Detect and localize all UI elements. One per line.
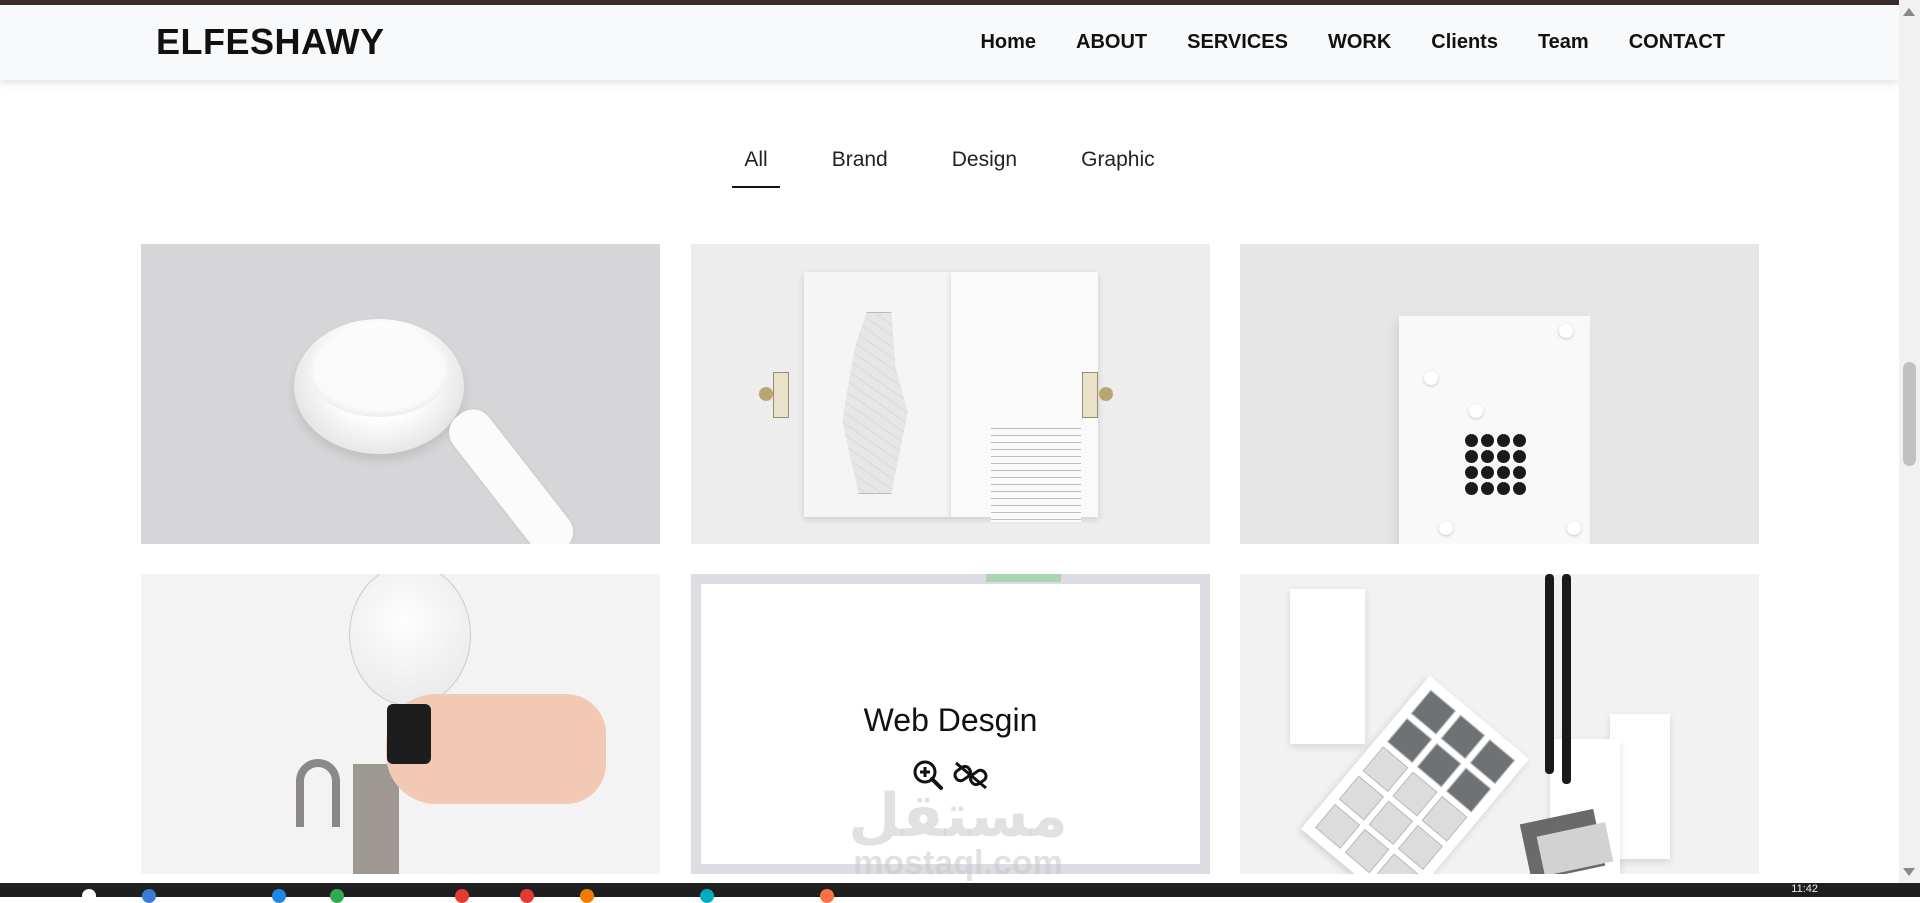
nav-about[interactable]: ABOUT (1076, 31, 1147, 54)
binder-clip (1082, 372, 1098, 418)
portfolio-filters: All Brand Design Graphic (0, 148, 1899, 188)
filter-brand[interactable]: Brand (820, 148, 900, 188)
nav-team[interactable]: Team (1538, 31, 1589, 54)
clip-ring (1099, 387, 1113, 401)
unlink-icon[interactable] (952, 759, 990, 796)
clip-ring (759, 387, 773, 401)
app-icon[interactable] (580, 889, 594, 903)
page-scrollbar[interactable] (1899, 0, 1920, 883)
brand-logo[interactable]: ELFESHAWY (156, 21, 385, 63)
nav-services[interactable]: SERVICES (1187, 31, 1288, 54)
app-icon[interactable] (330, 889, 344, 903)
nav-work[interactable]: WORK (1328, 31, 1391, 54)
filter-design[interactable]: Design (940, 148, 1029, 188)
clock: 11:42 (1791, 883, 1818, 895)
nav-clients[interactable]: Clients (1431, 31, 1498, 54)
book-left-page (804, 272, 951, 517)
portfolio-item-web-design[interactable]: Web Desgin (691, 574, 1210, 874)
pen-image (1562, 574, 1571, 784)
filter-all[interactable]: All (732, 148, 780, 188)
portfolio-item-charger[interactable] (141, 244, 660, 544)
hover-overlay: Web Desgin (701, 584, 1200, 864)
app-icon[interactable] (455, 889, 469, 903)
app-icon[interactable] (272, 889, 286, 903)
app-icon[interactable] (820, 889, 834, 903)
paper-tile (1290, 589, 1365, 744)
pen-image (1545, 574, 1554, 774)
nav-home[interactable]: Home (980, 31, 1036, 54)
nav-contact[interactable]: CONTACT (1629, 31, 1725, 54)
book-right-page (951, 272, 1098, 522)
start-icon[interactable] (82, 889, 96, 903)
app-icon[interactable] (520, 889, 534, 903)
overlay-actions (912, 759, 990, 796)
lamp-stand (353, 764, 399, 874)
portfolio-item-box[interactable] (1240, 244, 1759, 544)
hook-image (296, 759, 340, 827)
portfolio-item-book[interactable] (691, 244, 1210, 544)
image-edge (986, 574, 1061, 582)
cable-image (441, 401, 582, 544)
scroll-up-icon[interactable] (1903, 8, 1915, 16)
lamp-socket (387, 704, 431, 764)
white-box-image (1399, 316, 1590, 544)
portfolio-item-lamp[interactable] (141, 574, 660, 874)
bulb-image (349, 574, 471, 706)
charger-image (294, 319, 464, 454)
navbar: ELFESHAWY Home ABOUT SERVICES WORK Clien… (0, 5, 1899, 80)
main-nav: Home ABOUT SERVICES WORK Clients Team CO… (980, 31, 1725, 54)
os-taskbar: 11:42 (0, 883, 1920, 903)
overlay-title: Web Desgin (863, 702, 1038, 738)
portfolio-item-stationery[interactable] (1240, 574, 1759, 874)
app-icon[interactable] (142, 889, 156, 903)
scroll-thumb[interactable] (1903, 362, 1916, 466)
binder-clip (773, 372, 789, 418)
filter-graphic[interactable]: Graphic (1069, 148, 1167, 188)
app-icon[interactable] (700, 889, 714, 903)
zoom-in-icon[interactable] (912, 759, 944, 796)
scroll-down-icon[interactable] (1903, 868, 1915, 876)
